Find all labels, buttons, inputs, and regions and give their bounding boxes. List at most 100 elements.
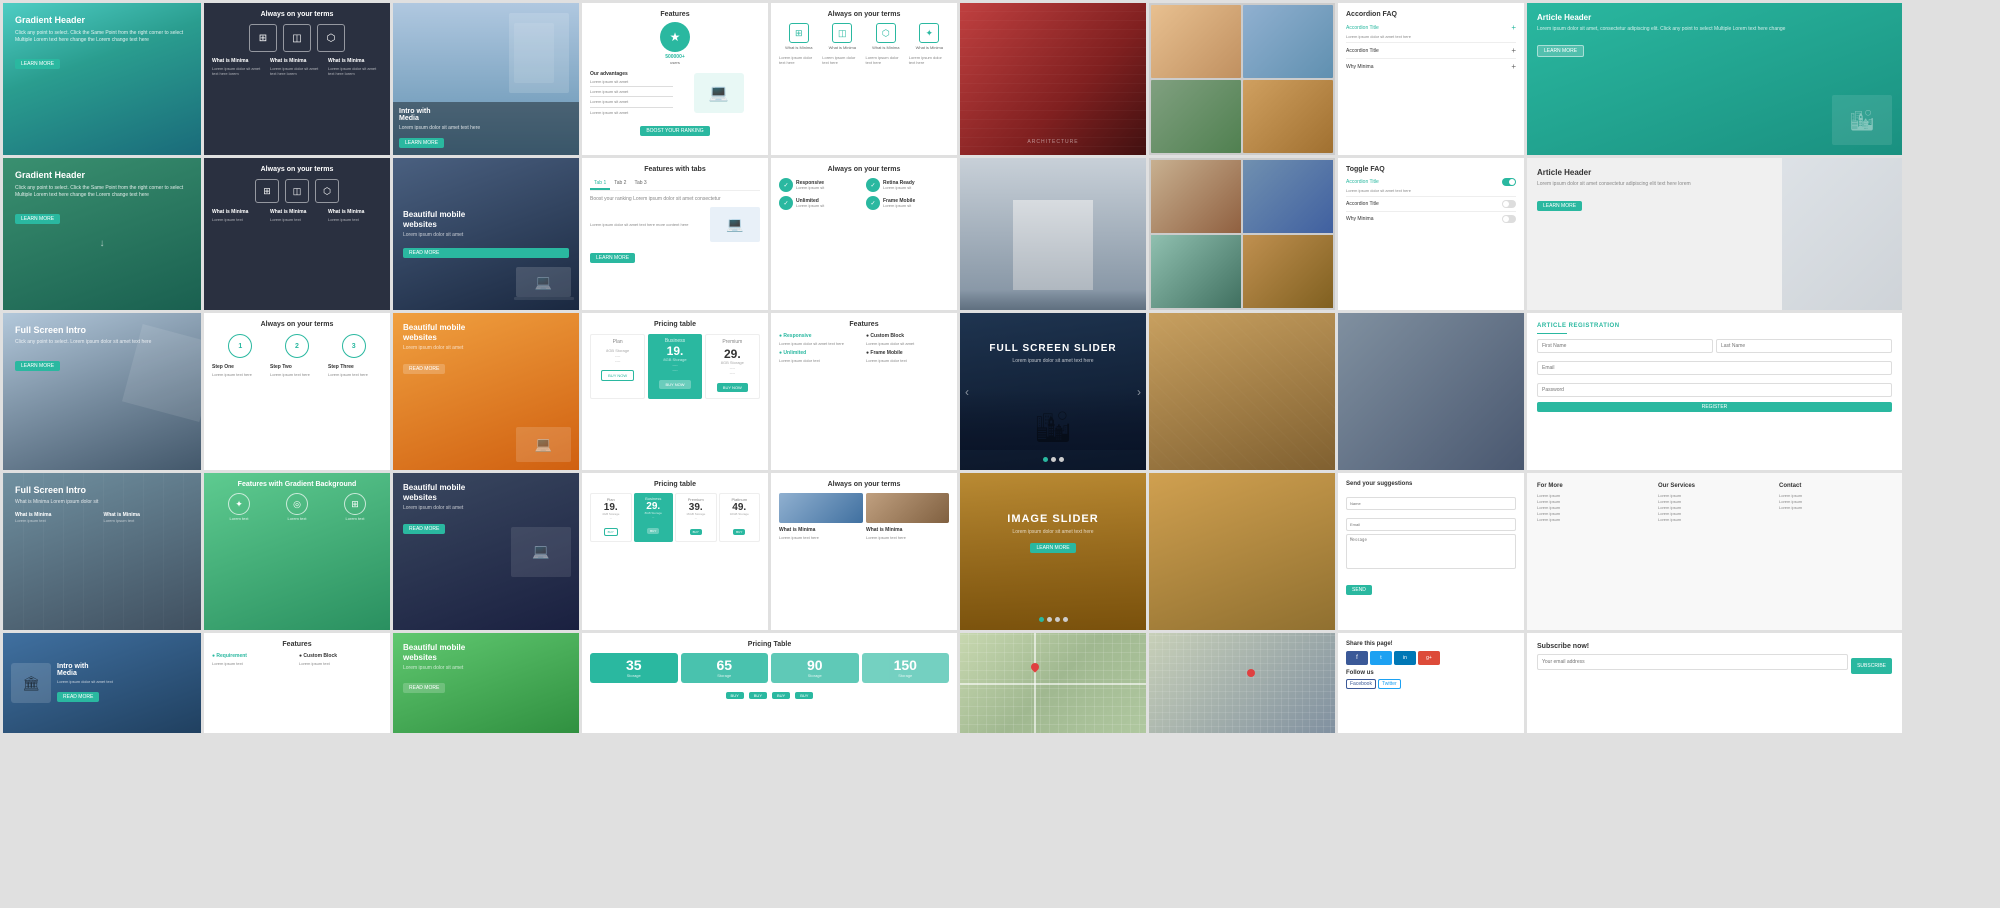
card-toggle-faq[interactable]: Toggle FAQ Accordion Title Lorem ipsum d… xyxy=(1338,158,1524,310)
faq-item-1[interactable]: Accordion Title + Lorem ipsum dolor sit … xyxy=(1346,23,1516,43)
card-pricing-1[interactable]: Pricing table Plan 8GB Storage-------- B… xyxy=(582,313,768,470)
card-features-nums[interactable]: Always on your terms 1 2 3 Step OneLorem… xyxy=(204,313,390,470)
intro-media-col1-btn[interactable]: READ MORE xyxy=(57,692,99,702)
card-image-slider[interactable]: IMAGE SLIDER Lorem ipsum dolor sit amet … xyxy=(960,473,1146,630)
reg-email[interactable] xyxy=(1537,361,1892,375)
card-accordion-faq[interactable]: Accordion FAQ Accordion Title + Lorem ip… xyxy=(1338,3,1524,155)
card-mobile-dark2[interactable]: Beautiful mobilewebsites Lorem ipsum dol… xyxy=(393,473,579,630)
p-stat-btn-3[interactable]: BUY xyxy=(772,692,790,699)
p4-btn-1[interactable]: BUY xyxy=(604,528,618,536)
li-btn[interactable]: in xyxy=(1394,651,1416,665)
card-full-screen-intro-2[interactable]: Full Screen Intro What is Minima Lorem i… xyxy=(3,473,201,630)
card-pricing-2[interactable]: Pricing table Plan 19. 4GB Storage-- BUY… xyxy=(582,473,768,630)
card-thumbnails-1[interactable] xyxy=(1149,3,1335,155)
intro-media-btn[interactable]: LEARN MORE xyxy=(399,138,444,148)
p-stat-btn-2[interactable]: BUY xyxy=(749,692,767,699)
faq-item-3[interactable]: Why Minima + xyxy=(1346,62,1516,71)
toggle-item-2[interactable]: Accordion Title xyxy=(1346,200,1516,212)
contact-name[interactable] xyxy=(1346,497,1516,510)
card-article-header-img[interactable] xyxy=(1338,313,1524,470)
card-features-plain[interactable]: Features ● RequirementLorem ipsum text ●… xyxy=(204,633,390,733)
card-pricing-stats[interactable]: Pricing Table 35 Storage 65 Storage 90 S… xyxy=(582,633,957,733)
tab-1[interactable]: Tab 1 xyxy=(590,178,610,190)
card-always-terms-dark[interactable]: Always on your terms ⊞ ◫ ⬡ What is Minim… xyxy=(204,3,390,155)
tab-btn[interactable]: LEARN MORE xyxy=(590,253,635,263)
contact-message[interactable] xyxy=(1346,534,1516,569)
features-btn[interactable]: BOOST YOUR RANKING xyxy=(640,126,709,136)
card-features-cols[interactable]: Features ● Responsive Lorem ipsum dolor … xyxy=(771,313,957,470)
card-building-warm-2[interactable] xyxy=(1149,473,1335,630)
prev-arrow[interactable]: ‹ xyxy=(965,385,969,399)
card-mobile-sites-dark[interactable]: Beautiful mobilewebsites Lorem ipsum dol… xyxy=(393,158,579,310)
card-contact-form[interactable]: Send your suggestions SEND xyxy=(1338,473,1524,630)
card-intro-media-img-1[interactable]: Intro with Media Lorem ipsum dolor sit a… xyxy=(393,3,579,155)
reg-password[interactable] xyxy=(1537,383,1892,397)
tab-2[interactable]: Tab 2 xyxy=(610,178,630,190)
business-btn[interactable]: BUY NOW xyxy=(659,380,690,389)
card-mobile-green[interactable]: Beautiful mobilewebsites Lorem ipsum dol… xyxy=(393,633,579,733)
learn-more-btn-1[interactable]: LEARN MORE xyxy=(15,59,60,69)
subscribe-btn[interactable]: SUBSCRIBE xyxy=(1851,658,1892,674)
fb-follow[interactable]: Facebook xyxy=(1346,679,1376,689)
toggle-item-3[interactable]: Why Minima xyxy=(1346,215,1516,223)
article-header-btn[interactable]: LEARN MORE xyxy=(1537,45,1584,57)
card-registration[interactable]: ARTICLE REGISTRATION REGISTER xyxy=(1527,313,1902,470)
card-gradient-header-2[interactable]: Gradient Header Click any point to selec… xyxy=(3,158,201,310)
follow-buttons[interactable]: Facebook Twitter xyxy=(1346,679,1516,689)
reg-last-name[interactable] xyxy=(1716,339,1892,353)
card-concrete-photo[interactable] xyxy=(960,158,1146,310)
reg-submit-btn[interactable]: REGISTER xyxy=(1537,402,1892,412)
reg-first-name[interactable] xyxy=(1537,339,1713,353)
card-intro-media-col1[interactable]: 🏛 Intro withMedia Lorem ipsum dolor sit … xyxy=(3,633,201,733)
tw-follow[interactable]: Twitter xyxy=(1378,679,1401,689)
subscribe-email[interactable] xyxy=(1537,654,1848,670)
mobile-dark2-btn[interactable]: READ MORE xyxy=(403,524,445,534)
card-social-share[interactable]: Share this page! f t in g+ Follow us Fac… xyxy=(1338,633,1524,733)
tab-3[interactable]: Tab 3 xyxy=(630,178,650,190)
card-always-terms-5-2[interactable]: Always on your terms ✓ Responsive Lorem … xyxy=(771,158,957,310)
p-stat-btn-4[interactable]: BUY xyxy=(795,692,813,699)
card-always-terms-5-1[interactable]: Always on your terms ⊞ What is Minima ◫ … xyxy=(771,3,957,155)
card-full-screen-slider[interactable]: 🏙 FULL SCREEN SLIDER Lorem ipsum dolor s… xyxy=(960,313,1146,470)
mobile-orange-btn[interactable]: READ MORE xyxy=(403,364,445,374)
mobile-btn[interactable]: READ MORE xyxy=(403,248,569,258)
card-architecture-red[interactable]: Architecture xyxy=(960,3,1146,155)
fb-btn[interactable]: f xyxy=(1346,651,1368,665)
card-always-terms-icons[interactable]: Always on your terms ⊞ ◫ ⬡ What is Minim… xyxy=(204,158,390,310)
p-stat-btn-1[interactable]: BUY xyxy=(726,692,744,699)
card-features-gradient[interactable]: Features with Gradient Background ✦ Lore… xyxy=(204,473,390,630)
card-mobile-orange[interactable]: Beautiful mobilewebsites Lorem ipsum dol… xyxy=(393,313,579,470)
card-article-header-gray[interactable]: Article Header Lorem ipsum dolor sit ame… xyxy=(1527,158,1902,310)
card-article-header-teal[interactable]: Article Header Lorem ipsum dolor sit ame… xyxy=(1527,3,1902,155)
card-map[interactable] xyxy=(960,633,1146,733)
tabs-row[interactable]: Tab 1 Tab 2 Tab 3 xyxy=(590,178,760,191)
card-building-warm[interactable] xyxy=(1149,313,1335,470)
p4-btn-2[interactable]: BUY xyxy=(647,528,659,534)
next-arrow[interactable]: › xyxy=(1137,385,1141,399)
premium-btn[interactable]: BUY NOW xyxy=(717,383,748,392)
card-gradient-header-1[interactable]: Gradient Header Click any point to selec… xyxy=(3,3,201,155)
contact-send-btn[interactable]: SEND xyxy=(1346,585,1372,595)
card-footer[interactable]: For More Lorem ipsumLorem ipsumLorem ips… xyxy=(1527,473,1902,630)
learn-more-btn-2[interactable]: LEARN MORE xyxy=(15,214,60,224)
article-header-gray-btn[interactable]: LEARN MORE xyxy=(1537,201,1582,211)
card-subscribe[interactable]: Subscribe now! SUBSCRIBE xyxy=(1527,633,1902,733)
card-always-img[interactable]: Always on your terms What is MinimaLorem… xyxy=(771,473,957,630)
p4-btn-4[interactable]: BUY xyxy=(733,529,745,535)
p4-btn-3[interactable]: BUY xyxy=(690,529,702,535)
card-building-cards-2[interactable] xyxy=(1149,158,1335,310)
plan-btn[interactable]: BUY NOW xyxy=(601,370,634,381)
mobile-green-btn[interactable]: READ MORE xyxy=(403,683,445,693)
card-features-1[interactable]: Features ★ 500000+ users Our advantages … xyxy=(582,3,768,155)
card-map-photo[interactable] xyxy=(1149,633,1335,733)
tw-btn[interactable]: t xyxy=(1370,651,1392,665)
faq-item-2[interactable]: Accordion Title + xyxy=(1346,46,1516,59)
share-buttons[interactable]: f t in g+ xyxy=(1346,651,1516,665)
image-slider-btn[interactable]: LEARN MORE xyxy=(1030,543,1075,553)
card-full-screen-intro-1[interactable]: Full Screen Intro Click any point to sel… xyxy=(3,313,201,470)
card-features-tabs-1[interactable]: Features with tabs Tab 1 Tab 2 Tab 3 Boo… xyxy=(582,158,768,310)
gp-btn[interactable]: g+ xyxy=(1418,651,1440,665)
toggle-item-1[interactable]: Accordion Title Lorem ipsum dolor sit am… xyxy=(1346,178,1516,197)
contact-email[interactable] xyxy=(1346,518,1516,531)
full-intro-btn-1[interactable]: LEARN MORE xyxy=(15,361,60,371)
